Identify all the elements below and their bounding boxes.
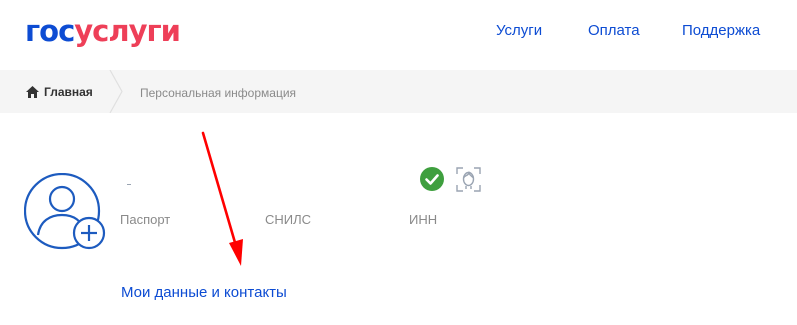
logo-part-gos: гос: [25, 14, 75, 48]
breadcrumb-home-link[interactable]: Главная: [26, 85, 93, 99]
snils-label[interactable]: СНИЛС: [265, 212, 311, 227]
nav-payment-link[interactable]: Оплата: [588, 22, 640, 39]
breadcrumb-current: Персональная информация: [140, 86, 297, 100]
nav-services-link[interactable]: Услуги: [496, 22, 542, 39]
home-icon: [26, 86, 39, 98]
gosuslugi-logo[interactable]: госуслуги: [25, 14, 181, 48]
avatar-add-icon[interactable]: [24, 173, 106, 253]
top-header: госуслуги Услуги Оплата Поддержка: [0, 0, 797, 70]
user-name-placeholder: [127, 184, 131, 185]
breadcrumb-home-label: Главная: [44, 85, 93, 99]
passport-label[interactable]: Паспорт: [120, 212, 170, 227]
logo-part-uslugi: услуги: [74, 14, 181, 48]
breadcrumb-separator: [109, 70, 123, 113]
inn-label[interactable]: ИНН: [409, 212, 437, 227]
breadcrumb: Главная Персональная информация: [0, 70, 797, 113]
nav-support-link[interactable]: Поддержка: [682, 22, 760, 39]
biometrics-face-icon: [456, 167, 481, 192]
verified-check-icon: [420, 167, 444, 191]
my-data-contacts-link[interactable]: Мои данные и контакты: [121, 284, 287, 301]
